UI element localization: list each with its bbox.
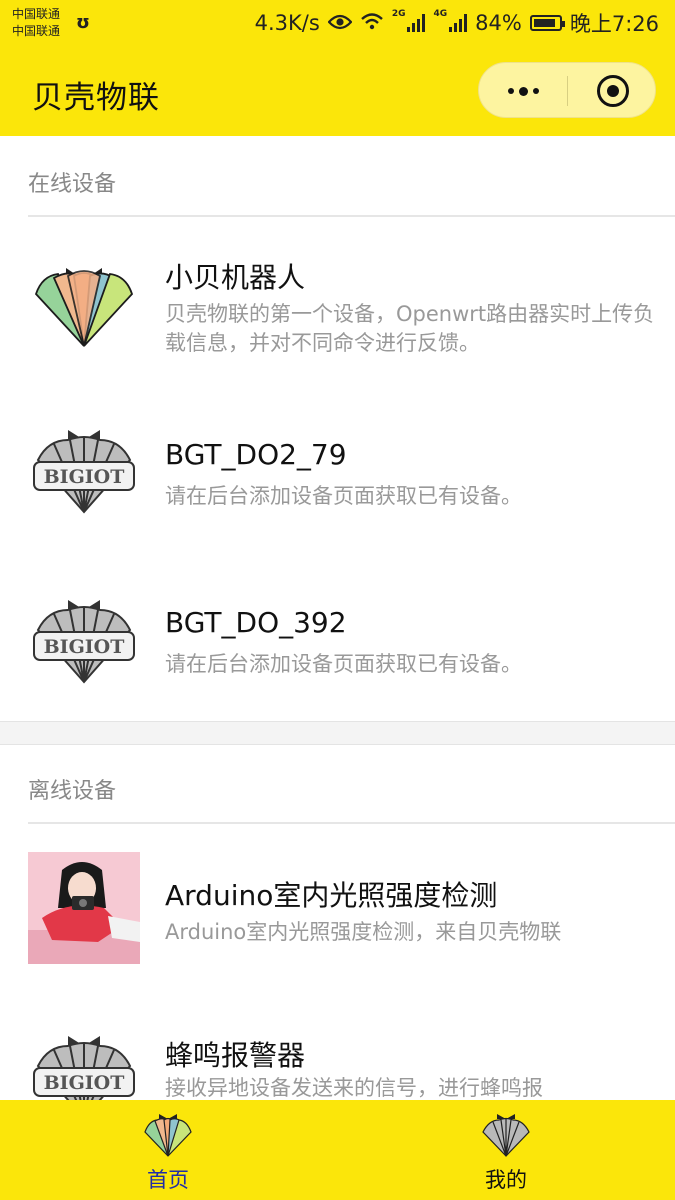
status-bar-right: 4.3K/s 2G 4G 84% 晚上7:26 (255, 9, 659, 37)
battery-percent: 84% (475, 11, 522, 35)
tab-home-label: 首页 (147, 1168, 189, 1192)
section-title-online: 在线设备 (28, 172, 117, 197)
notification-icon: ʊ (76, 12, 90, 33)
device-item[interactable]: BIGIOT 蜂鸣报警器 接收异地设备发送来的信号，进行蜂鸣报 (0, 1010, 675, 1100)
shell-logo-bigiot-icon: BIGIOT (28, 1022, 140, 1100)
section-separator (0, 721, 675, 745)
device-name: Arduino室内光照强度检测 (165, 879, 498, 912)
carrier-2: 中国联通 (12, 24, 61, 38)
tab-mine[interactable]: 我的 (406, 1100, 606, 1200)
device-name: 蜂鸣报警器 (165, 1039, 306, 1072)
signal-icon (407, 14, 426, 32)
network-speed: 4.3K/s (254, 11, 320, 35)
page-title: 贝壳物联 (32, 80, 160, 116)
shell-gray-icon (481, 1112, 531, 1158)
more-menu-button[interactable] (479, 63, 567, 119)
more-dot-icon (532, 88, 539, 94)
more-dot-icon (518, 86, 528, 96)
close-target-icon[interactable] (597, 75, 629, 107)
tab-mine-label: 我的 (485, 1168, 527, 1192)
capsule-divider (567, 76, 568, 106)
top-header: 中国联通 中国联通 ʊ 4.3K/s 2G 4G 84% 晚上7:26 贝壳物联 (0, 0, 675, 136)
device-item[interactable]: 小贝机器人 贝壳物联的第一个设备，Openwrt路由器实时上传负载信息，并对不同… (0, 232, 675, 382)
signal-icon-2 (449, 14, 468, 32)
carrier-1: 中国联通 (12, 7, 61, 21)
eye-icon (327, 11, 353, 35)
shell-logo-color-icon (28, 244, 140, 356)
bigiot-logo-text: BIGIOT (44, 636, 125, 658)
device-item[interactable]: BIGIOT BGT_DO2_79 请在后台添加设备页面获取已有设备。 (0, 404, 675, 554)
divider (28, 822, 675, 824)
device-name: BGT_DO2_79 (165, 438, 347, 471)
device-desc: 贝壳物联的第一个设备，Openwrt路由器实时上传负载信息，并对不同命令进行反馈… (165, 302, 655, 355)
bigiot-logo-text: BIGIOT (44, 1072, 125, 1094)
device-desc: Arduino室内光照强度检测，来自贝壳物联 (165, 920, 562, 944)
device-name: 小贝机器人 (165, 261, 306, 294)
net-tag-2: 4G (433, 9, 448, 19)
battery-icon (529, 15, 565, 31)
bottom-tab-bar: 首页 我的 (0, 1100, 675, 1200)
device-desc: 接收异地设备发送来的信号，进行蜂鸣报 (165, 1076, 543, 1100)
device-desc: 请在后台添加设备页面获取已有设备。 (165, 484, 522, 508)
divider (28, 215, 675, 217)
net-tag-1: 2G (391, 9, 406, 19)
section-title-offline: 离线设备 (28, 779, 117, 804)
user-photo-icon (28, 852, 140, 964)
shell-logo-bigiot-icon: BIGIOT (28, 416, 140, 528)
more-dot-icon (507, 88, 514, 94)
shell-color-icon (143, 1112, 193, 1158)
mini-program-capsule (478, 62, 656, 118)
carrier-info: 中国联通 中国联通 (12, 6, 60, 40)
device-item[interactable]: BIGIOT BGT_DO_392 请在后台添加设备页面获取已有设备。 (0, 574, 675, 714)
tab-home[interactable]: 首页 (68, 1100, 268, 1200)
device-desc: 请在后台添加设备页面获取已有设备。 (165, 652, 522, 676)
bigiot-logo-text: BIGIOT (44, 466, 125, 488)
device-item[interactable]: Arduino室内光照强度检测 Arduino室内光照强度检测，来自贝壳物联 (0, 840, 675, 990)
shell-logo-bigiot-icon: BIGIOT (28, 586, 140, 698)
wifi-icon (360, 11, 384, 35)
clock: 晚上7:26 (569, 12, 659, 36)
device-name: BGT_DO_392 (165, 606, 347, 639)
